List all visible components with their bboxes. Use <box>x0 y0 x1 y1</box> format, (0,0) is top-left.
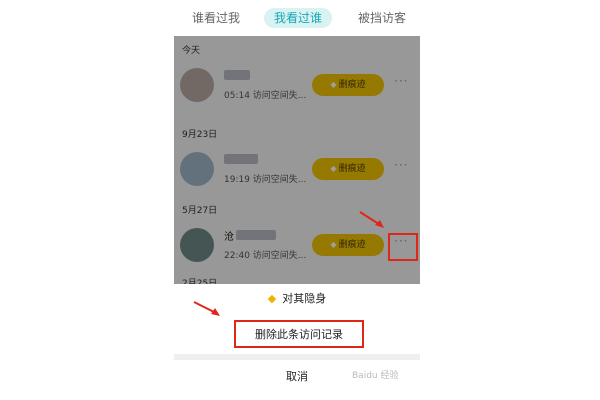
tab-who-visited-me[interactable]: 谁看过我 <box>192 9 240 27</box>
arrow-icon <box>193 301 220 316</box>
diamond-icon: ◆ <box>267 292 277 305</box>
dim-overlay[interactable] <box>174 36 420 284</box>
watermark: Baidu 经验 <box>352 371 399 381</box>
divider <box>174 354 420 360</box>
delete-visit-record-option[interactable]: 删除此条访问记录 <box>234 320 364 348</box>
phone-screen: 谁看过我 我看过谁 被挡访客 今天 05:14 访问空间失... ◆ 删痕迹 ··… <box>174 0 420 400</box>
arrow-icon <box>359 211 384 228</box>
tab-blocked-visitors[interactable]: 被挡访客 <box>358 9 406 27</box>
tab-bar: 谁看过我 我看过谁 被挡访客 <box>174 0 420 36</box>
tab-who-i-visited[interactable]: 我看过谁 <box>264 8 333 28</box>
highlight-box <box>388 233 418 261</box>
